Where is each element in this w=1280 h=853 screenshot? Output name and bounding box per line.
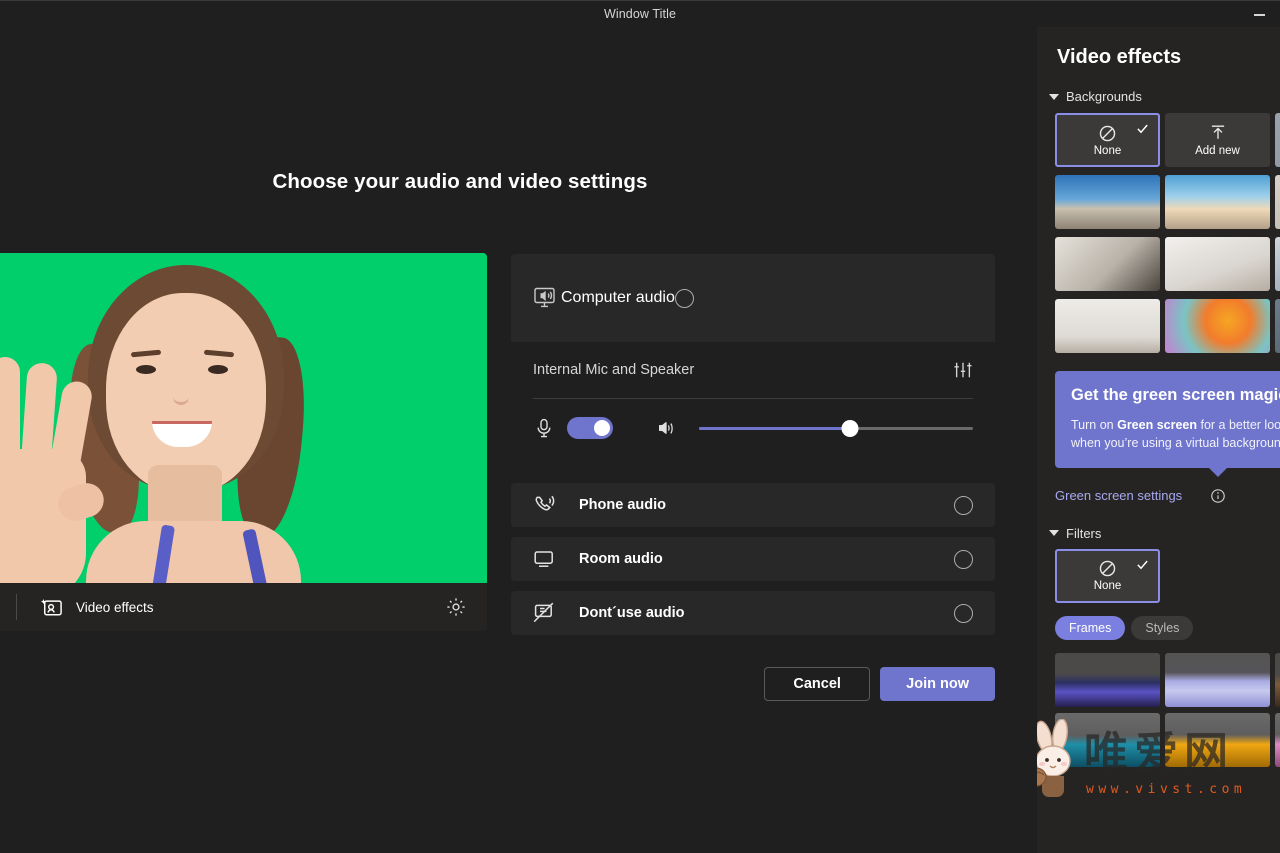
background-option-none[interactable]: None [1055, 113, 1160, 167]
chevron-down-icon [1049, 530, 1059, 536]
video-effects-panel: Video effects Backgrounds None [1037, 27, 1280, 853]
audio-device-name: Internal Mic and Speaker [533, 362, 953, 378]
video-effects-icon [41, 597, 63, 617]
background-option-thumbnail[interactable] [1165, 237, 1270, 291]
filters-section-label: Filters [1066, 526, 1101, 541]
green-screen-backdrop [0, 253, 487, 583]
check-icon [1136, 558, 1149, 571]
audio-option-radio-computer[interactable] [675, 289, 694, 308]
backgrounds-section-header[interactable]: Backgrounds [1049, 89, 1280, 104]
upload-icon [1209, 124, 1227, 142]
audio-option-radio-dont-use[interactable] [954, 604, 973, 623]
join-now-button[interactable]: Join now [880, 667, 995, 701]
check-icon [1136, 122, 1149, 135]
monitor-icon [533, 549, 563, 569]
background-option-thumbnail[interactable] [1275, 113, 1280, 167]
audio-settings-panel: Computer audio Internal Mic and Speaker [511, 254, 995, 701]
volume-slider-handle[interactable] [841, 420, 858, 437]
background-option-thumbnail[interactable] [1055, 299, 1160, 353]
toolbar-divider [16, 594, 17, 620]
audio-option-phone-audio[interactable]: Phone audio [511, 483, 995, 527]
filter-option-thumbnail[interactable] [1055, 713, 1160, 767]
watermark-url: www.vivst.com [1086, 782, 1246, 797]
background-option-thumbnail[interactable] [1055, 237, 1160, 291]
video-effects-label: Video effects [76, 600, 154, 615]
audio-option-label: Phone audio [579, 497, 954, 513]
filter-option-label: None [1094, 580, 1122, 592]
video-effects-panel-title: Video effects [1057, 46, 1280, 69]
green-screen-tip-card: Get the green screen magic Turn on Green… [1055, 371, 1280, 468]
background-option-label: None [1094, 145, 1122, 157]
filter-option-thumbnail[interactable] [1055, 653, 1160, 707]
filter-option-none[interactable]: None [1055, 549, 1160, 603]
video-preview-toolbar: Video effects [0, 583, 487, 631]
no-filter-icon [1098, 559, 1117, 578]
tip-pointer [1209, 468, 1227, 477]
page-title: Choose your audio and video settings [0, 170, 920, 194]
no-background-icon [1098, 124, 1117, 143]
gear-icon[interactable] [445, 596, 467, 618]
backgrounds-grid: None Add new [1055, 113, 1280, 353]
tip-heading: Get the green screen magic [1071, 385, 1280, 406]
video-effects-button[interactable]: Video effects [41, 597, 154, 617]
filters-none-grid: None [1055, 549, 1280, 603]
green-screen-settings-link[interactable]: Green screen settings [1055, 488, 1182, 503]
window-titlebar: Window Title [0, 0, 1280, 27]
filter-tab-frames[interactable]: Frames [1055, 616, 1125, 640]
filters-grid [1055, 653, 1280, 767]
audio-option-label: Computer audio [561, 289, 675, 307]
tip-body: Turn on Green screen for a better look w… [1071, 416, 1280, 452]
filters-section-header[interactable]: Filters [1049, 526, 1280, 541]
audio-option-room-audio[interactable]: Room audio [511, 537, 995, 581]
phone-icon [533, 494, 563, 516]
background-option-thumbnail[interactable] [1275, 175, 1280, 229]
audio-option-dont-use-audio[interactable]: Dont´use audio [511, 591, 995, 635]
filter-option-thumbnail[interactable] [1165, 653, 1270, 707]
filter-option-thumbnail[interactable] [1275, 713, 1280, 767]
background-option-thumbnail[interactable] [1055, 175, 1160, 229]
audio-device-block: Internal Mic and Speaker [511, 342, 995, 473]
audio-option-label: Dont´use audio [579, 605, 954, 621]
computer-speaker-icon [533, 286, 561, 310]
window-title: Window Title [604, 7, 676, 21]
info-icon[interactable] [1210, 488, 1226, 504]
background-option-thumbnail[interactable] [1275, 237, 1280, 291]
microphone-icon [533, 418, 555, 438]
action-buttons: Cancel Join now [511, 667, 995, 701]
green-screen-settings-row[interactable]: Green screen settings [1055, 488, 1255, 504]
microphone-toggle[interactable] [567, 417, 613, 439]
backgrounds-section-label: Backgrounds [1066, 89, 1142, 104]
filter-tab-styles[interactable]: Styles [1131, 616, 1193, 640]
monitor-off-icon [533, 602, 563, 624]
filter-option-thumbnail[interactable] [1275, 653, 1280, 707]
speaker-icon [655, 419, 677, 437]
video-preview[interactable]: Video effects [0, 253, 487, 631]
audio-option-radio-phone[interactable] [954, 496, 973, 515]
audio-option-radio-room[interactable] [954, 550, 973, 569]
tip-body-prefix: Turn on [1071, 418, 1117, 432]
background-option-add-new[interactable]: Add new [1165, 113, 1270, 167]
audio-option-computer-audio[interactable]: Computer audio [511, 254, 995, 342]
cancel-button[interactable]: Cancel [764, 667, 870, 701]
background-option-thumbnail[interactable] [1165, 175, 1270, 229]
filter-option-thumbnail[interactable] [1165, 713, 1270, 767]
background-option-label: Add new [1195, 145, 1240, 157]
background-option-thumbnail[interactable] [1275, 299, 1280, 353]
app-root: Window Title Choose your audio and video… [0, 0, 1280, 853]
audio-option-label: Room audio [579, 551, 954, 567]
chevron-down-icon [1049, 94, 1059, 100]
filter-tabs: Frames Styles [1055, 616, 1280, 640]
sliders-icon[interactable] [953, 360, 973, 380]
volume-slider[interactable] [699, 427, 973, 430]
tip-body-bold: Green screen [1117, 418, 1197, 432]
minimize-icon[interactable] [1244, 1, 1274, 28]
background-option-thumbnail[interactable] [1165, 299, 1270, 353]
